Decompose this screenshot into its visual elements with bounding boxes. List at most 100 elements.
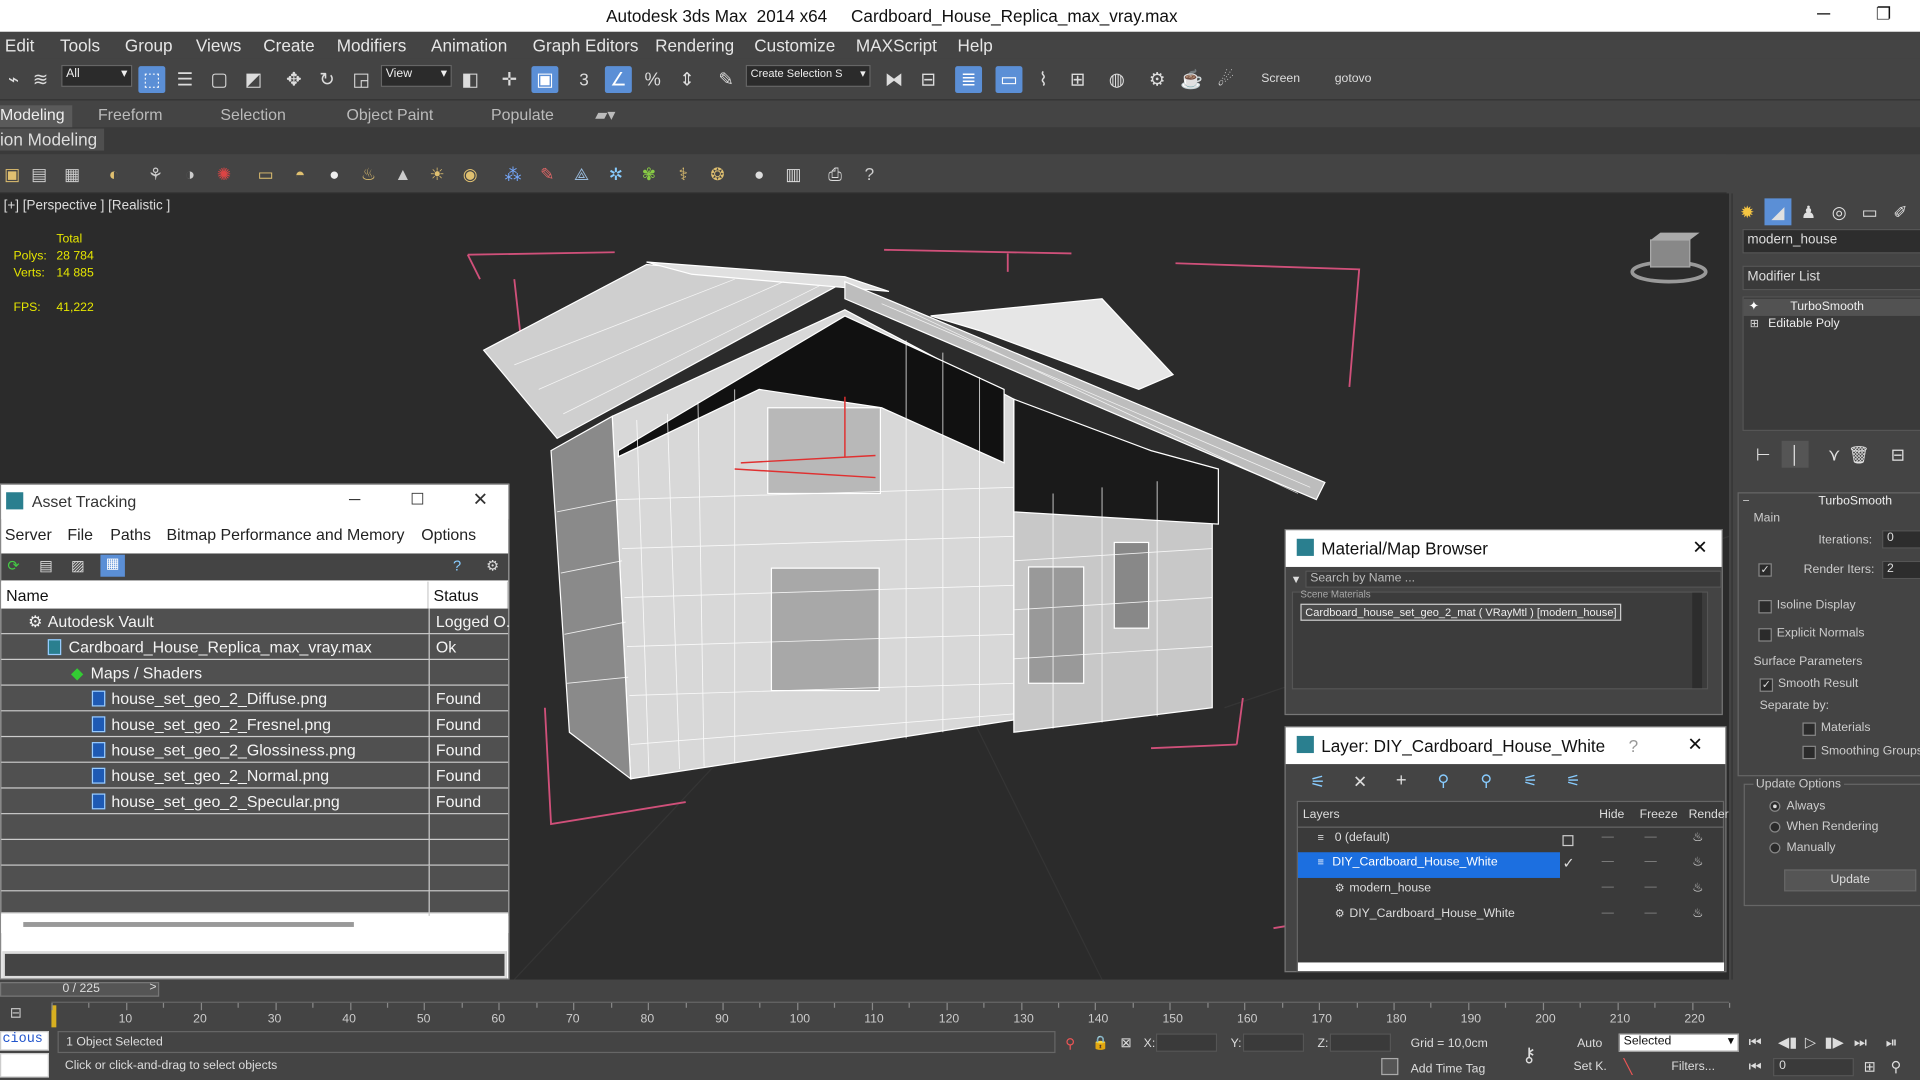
- table-row[interactable]: house_set_geo_2_Diffuse.png Found: [1, 685, 509, 712]
- displacement-icon[interactable]: ⟁: [569, 162, 593, 186]
- rect-selection-icon[interactable]: ▢: [206, 66, 233, 93]
- curve-editor-icon[interactable]: ⌇: [1030, 66, 1057, 93]
- close-icon[interactable]: ✕: [1687, 733, 1702, 756]
- ribbon-panel-title[interactable]: ion Modeling: [0, 128, 105, 151]
- reference-coordinate-dropdown[interactable]: View ▾: [380, 64, 452, 87]
- minimize-icon[interactable]: ─: [349, 490, 360, 508]
- auto-key-button[interactable]: Auto: [1577, 1037, 1602, 1050]
- layer-manager-icon[interactable]: ≣: [955, 66, 983, 94]
- menu-tools[interactable]: Tools: [60, 32, 100, 56]
- column-header-name[interactable]: Name: [1, 581, 429, 609]
- material-item[interactable]: Cardboard_house_set_geo_2_mat ( VRayMtl …: [1300, 603, 1622, 621]
- previous-frame-icon[interactable]: ◀▮: [1778, 1033, 1797, 1050]
- menu-help[interactable]: Help: [958, 32, 993, 56]
- mini-curve-editor-icon[interactable]: ⊟: [10, 1004, 22, 1021]
- help-icon[interactable]: ?: [857, 162, 881, 186]
- ribbon-options-icon[interactable]: ▰▾: [595, 105, 615, 125]
- table-row[interactable]: Cardboard_House_Replica_max_vray.max Ok: [1, 634, 509, 660]
- render-production-icon[interactable]: ☄: [1212, 66, 1239, 93]
- skylight-icon[interactable]: ◉: [458, 162, 482, 186]
- add-time-tag-label[interactable]: Add Time Tag: [1411, 1063, 1486, 1076]
- plane-icon[interactable]: ▭: [253, 162, 277, 186]
- freeze-toggle[interactable]: —: [1644, 830, 1656, 843]
- sun-icon[interactable]: ☀: [425, 162, 449, 186]
- layer-row[interactable]: ≡ 0 (default) — — ♨: [1298, 828, 1724, 852]
- hierarchy-tab-icon[interactable]: ♟: [1795, 198, 1822, 225]
- tab-modeling[interactable]: Modeling: [0, 105, 72, 128]
- menu-group[interactable]: Group: [125, 32, 173, 56]
- current-layer-check-icon[interactable]: ✓: [1562, 855, 1574, 872]
- menu-options[interactable]: Options: [421, 525, 476, 543]
- goto-end-icon[interactable]: ⏭: [1854, 1033, 1867, 1051]
- angle-snap-icon[interactable]: ∠: [604, 66, 632, 94]
- material-browser-titlebar[interactable]: Material/Map Browser ✕: [1285, 530, 1722, 567]
- material-editor-icon[interactable]: ◍: [1103, 66, 1130, 93]
- bones-icon[interactable]: ⚘: [143, 162, 167, 186]
- snap-toggle-icon[interactable]: 3: [571, 66, 598, 93]
- delete-layer-icon[interactable]: ✕: [1353, 771, 1367, 792]
- proxy-icon[interactable]: ✎: [535, 162, 559, 186]
- make-unique-icon[interactable]: ⋎: [1821, 441, 1848, 468]
- key-filter-dropdown[interactable]: Selected ▾: [1618, 1033, 1739, 1052]
- rollout-title[interactable]: TurboSmooth: [1818, 495, 1892, 508]
- isoline-display-checkbox[interactable]: [1758, 600, 1772, 614]
- key-icon[interactable]: ⚷: [1522, 1043, 1536, 1067]
- menu-file[interactable]: File: [67, 525, 93, 543]
- select-objects-icon[interactable]: ⚲: [1438, 771, 1450, 791]
- maximize-icon[interactable]: ❐: [1876, 4, 1891, 25]
- update-button[interactable]: Update: [1784, 869, 1917, 892]
- select-manipulate-icon[interactable]: ✛: [496, 66, 523, 93]
- menu-server[interactable]: Server: [5, 525, 52, 543]
- keyboard-shortcut-icon[interactable]: ▣: [531, 66, 559, 94]
- menu-graph-editors[interactable]: Graph Editors: [533, 32, 639, 56]
- y-coordinate-input[interactable]: [1242, 1033, 1305, 1052]
- settings-icon[interactable]: ⚙: [486, 557, 499, 574]
- render-setup-icon[interactable]: ⚙: [1144, 66, 1171, 93]
- menu-modifiers[interactable]: Modifiers: [337, 32, 407, 56]
- export-icon[interactable]: ⎙: [823, 162, 847, 186]
- x-coordinate-input[interactable]: [1155, 1033, 1218, 1052]
- asset-tracking-titlebar[interactable]: Asset Tracking ─ ☐ ✕: [1, 484, 509, 520]
- hide-all-icon[interactable]: ⚟: [1523, 771, 1537, 791]
- list-icon[interactable]: ▤: [39, 557, 53, 574]
- track-bar[interactable]: 10 20 30 40 50 60 70 80 90 100 110 120 130 140 150 160 1…: [51, 1001, 1731, 1029]
- unlink-icon[interactable]: ≋: [27, 66, 54, 93]
- column-header-render[interactable]: Render: [1689, 808, 1729, 821]
- remove-modifier-icon[interactable]: 🗑: [1845, 441, 1872, 468]
- next-frame-icon[interactable]: >: [149, 981, 156, 994]
- table-row[interactable]: ⚙ Autodesk Vault Logged O.: [1, 608, 510, 635]
- mirror-icon[interactable]: ⧓: [880, 66, 907, 93]
- layer-row-selected[interactable]: ≡ DIY_Cardboard_House_White ✓ — — ♨: [1297, 852, 1724, 878]
- spinner-snap-icon[interactable]: ⇕: [673, 66, 700, 93]
- align-icon[interactable]: ⊟: [915, 66, 942, 93]
- set-key-button[interactable]: Set K.: [1573, 1060, 1606, 1073]
- render-teapot-icon[interactable]: ♨: [1692, 882, 1703, 895]
- set-key-mode-icon[interactable]: ╲: [1624, 1058, 1633, 1075]
- tab-freeform[interactable]: Freeform: [98, 105, 163, 123]
- select-by-name-icon[interactable]: ☰: [171, 66, 198, 93]
- render-teapot-icon[interactable]: ♨: [1692, 907, 1703, 920]
- table-icon[interactable]: ▦: [60, 162, 84, 186]
- pivot-icon[interactable]: ◧: [457, 66, 484, 93]
- create-tab-icon[interactable]: ✹: [1734, 198, 1761, 225]
- schematic-view-icon[interactable]: ⊞: [1064, 66, 1091, 93]
- hide-toggle[interactable]: —: [1602, 906, 1614, 919]
- help-icon[interactable]: ?: [1629, 736, 1639, 756]
- table-row[interactable]: house_set_geo_2_Fresnel.png Found: [1, 711, 509, 738]
- named-selection-input[interactable]: Create Selection S ▾: [745, 64, 871, 87]
- menu-animation[interactable]: Animation: [431, 32, 507, 56]
- play-icon[interactable]: ▷: [1805, 1033, 1816, 1050]
- menu-edit[interactable]: Edit: [5, 32, 35, 56]
- table-view-icon[interactable]: ▦: [100, 554, 125, 577]
- column-header-status[interactable]: Status: [429, 581, 509, 609]
- filters-button[interactable]: Filters...: [1671, 1060, 1715, 1073]
- cone-icon[interactable]: ▲: [391, 162, 415, 186]
- help-icon[interactable]: ?: [453, 557, 461, 574]
- tab-selection[interactable]: Selection: [220, 105, 285, 123]
- key-mode-icon[interactable]: ⏯: [1886, 1033, 1898, 1051]
- material-search-input[interactable]: Search by Name ...: [1305, 570, 1722, 588]
- current-frame-input[interactable]: 0: [1773, 1057, 1854, 1077]
- atmos-icon[interactable]: ✲: [604, 162, 628, 186]
- select-object-icon[interactable]: ⬚: [138, 66, 166, 94]
- column-header-freeze[interactable]: Freeze: [1640, 808, 1678, 821]
